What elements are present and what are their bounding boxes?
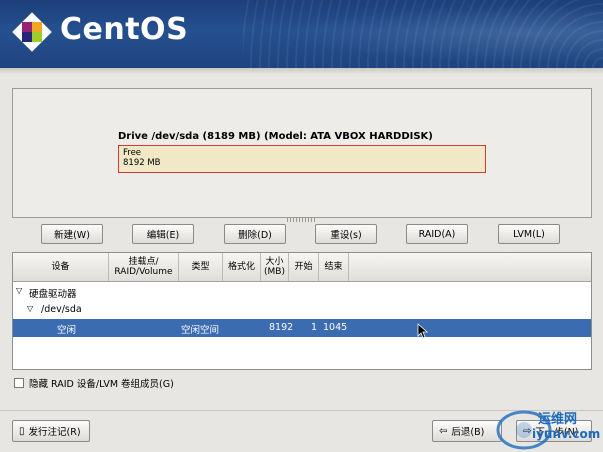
column-format[interactable]: 格式化 [223, 253, 261, 281]
partition-tree[interactable]: 设备 挂载点/ RAID/Volume 类型 格式化 大小 (MB) 开始 结束… [12, 252, 592, 370]
back-label: 后退(B) [451, 427, 485, 438]
reset-button[interactable]: 重设(s) [315, 224, 377, 244]
header-decoration [243, 0, 603, 68]
hide-raid-checkbox[interactable] [14, 378, 24, 388]
header-banner: CentOS [0, 0, 603, 68]
column-device[interactable]: 设备 [13, 253, 109, 281]
table-header: 设备 挂载点/ RAID/Volume 类型 格式化 大小 (MB) 开始 结束 [13, 253, 591, 282]
expander-icon[interactable]: ▽ [16, 286, 22, 295]
delete-button[interactable]: 删除(D) [224, 224, 286, 244]
mouse-pointer-icon [417, 323, 429, 339]
back-button[interactable]: ⇦ 后退(B) [432, 420, 502, 442]
column-type[interactable]: 类型 [179, 253, 223, 281]
column-mount[interactable]: 挂载点/ RAID/Volume [109, 253, 179, 281]
watermark-text: 运维网 [538, 412, 578, 427]
table-row[interactable]: ▽ 硬盘驱动器 [13, 283, 591, 301]
row-device: 硬盘驱动器 [29, 289, 77, 300]
new-button[interactable]: 新建(W) [41, 224, 103, 244]
back-arrow-icon: ⇦ [439, 425, 448, 437]
drive-panel: Drive /dev/sda (8189 MB) (Model: ATA VBO… [12, 88, 592, 218]
header-shadow [0, 68, 603, 74]
hide-raid-option[interactable]: 隐藏 RAID 设备/LVM 卷组成员(G) [14, 376, 174, 390]
segment-label: Free [123, 148, 142, 158]
centos-logo-icon [12, 12, 52, 52]
row-device: 空闲 [57, 325, 77, 336]
column-size[interactable]: 大小 (MB) [261, 253, 289, 281]
row-type: 空闲空间 [181, 325, 220, 336]
column-start[interactable]: 开始 [289, 253, 319, 281]
expander-icon[interactable]: ▽ [27, 304, 33, 313]
table-row-selected[interactable]: 空闲 空闲空间 8192 1 1045 [13, 319, 591, 337]
column-end[interactable]: 结束 [319, 253, 349, 281]
lvm-button[interactable]: LVM(L) [498, 224, 560, 244]
table-row[interactable]: ▽ /dev/sda [13, 301, 591, 319]
row-end: 1045 [323, 322, 348, 333]
free-space-segment[interactable]: Free 8192 MB [118, 145, 486, 173]
pane-resize-handle[interactable] [287, 218, 317, 222]
hide-raid-label: 隐藏 RAID 设备/LVM 卷组成员(G) [29, 379, 174, 390]
release-notes-button[interactable]: ▯ 发行注记(R) [12, 420, 90, 442]
row-size: 8192 [269, 322, 294, 333]
edit-button[interactable]: 编辑(E) [132, 224, 194, 244]
release-notes-label: 发行注记(R) [28, 427, 81, 438]
notes-icon: ▯ [19, 425, 25, 437]
raid-button[interactable]: RAID(A) [406, 224, 468, 244]
segment-size: 8192 MB [123, 158, 161, 168]
row-device: /dev/sda [41, 304, 82, 315]
row-start: 1 [311, 322, 318, 333]
drive-title: Drive /dev/sda (8189 MB) (Model: ATA VBO… [118, 131, 433, 142]
brand-name: CentOS [60, 12, 189, 47]
watermark-url: iyunv.com [532, 427, 601, 441]
